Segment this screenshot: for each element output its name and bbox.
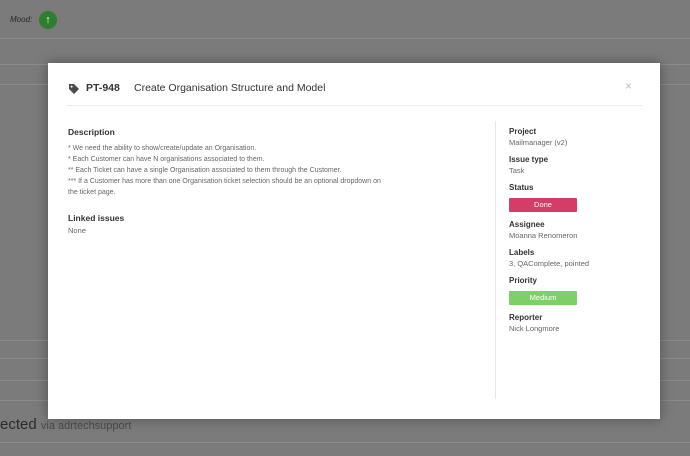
issue-main: Description * We need the ability to sho… xyxy=(68,127,508,235)
issue-sidebar: Project Mailmanager (v2) Issue type Task… xyxy=(509,127,649,341)
labels-label: Labels xyxy=(509,248,535,257)
status-word: ected xyxy=(0,416,37,433)
description-line: ** Each Ticket can have a single Organis… xyxy=(68,167,342,174)
reporter-value[interactable]: Nick Longmore xyxy=(509,324,649,333)
status-field: Status Done xyxy=(509,183,649,212)
issue-modal: PT-948 Create Organisation Structure and… xyxy=(48,63,660,419)
project-value[interactable]: Mailmanager (v2) xyxy=(509,138,649,147)
tag-icon xyxy=(69,84,79,94)
status-label: Status xyxy=(509,183,534,192)
arrow-up-icon[interactable]: ↑ xyxy=(39,11,57,29)
background-divider xyxy=(0,38,690,39)
issue-type-field: Issue type Task xyxy=(509,155,649,175)
issue-type-value: Task xyxy=(509,166,525,175)
priority-label: Priority xyxy=(509,276,538,285)
description-line: *** If a Customer has more than one Orga… xyxy=(68,178,381,185)
status-via: via adrtechsupport xyxy=(40,420,132,432)
description-line: the ticket page. xyxy=(68,189,116,196)
priority-badge[interactable]: Medium xyxy=(509,291,577,305)
assignee-field: Assignee Moanna Renomeron xyxy=(509,220,649,240)
background-divider xyxy=(0,442,690,443)
modal-header: PT-948 Create Organisation Structure and… xyxy=(66,79,642,106)
project-field: Project Mailmanager (v2) xyxy=(509,127,649,147)
priority-field: Priority Medium xyxy=(509,276,649,305)
close-icon[interactable]: × xyxy=(625,79,632,93)
project-label: Project xyxy=(509,127,537,136)
description-body: * We need the ability to show/create/upd… xyxy=(68,143,508,198)
labels-field: Labels 3, QAComplete, pointed xyxy=(509,248,649,268)
issue-key[interactable]: PT-948 xyxy=(86,82,120,94)
mood-label: Mood: xyxy=(10,15,33,24)
description-heading: Description xyxy=(68,127,115,137)
description-line: * We need the ability to show/create/upd… xyxy=(68,145,257,152)
reporter-field: Reporter Nick Longmore xyxy=(509,313,649,333)
issue-title: Create Organisation Structure and Model xyxy=(134,82,326,94)
assignee-value[interactable]: Moanna Renomeron xyxy=(509,231,649,240)
linked-issues-value: None xyxy=(68,226,86,235)
assignee-label: Assignee xyxy=(509,220,545,229)
reporter-label: Reporter xyxy=(509,313,543,322)
description-line: * Each Customer can have N organisations… xyxy=(68,156,265,163)
issue-type-label: Issue type xyxy=(509,155,549,164)
linked-issues-heading: Linked issues xyxy=(68,213,125,223)
labels-value[interactable]: 3, QAComplete, pointed xyxy=(509,259,649,268)
status-badge[interactable]: Done xyxy=(509,198,577,212)
sidebar-divider xyxy=(495,121,496,399)
linked-issues-section: Linked issues None xyxy=(68,213,508,235)
